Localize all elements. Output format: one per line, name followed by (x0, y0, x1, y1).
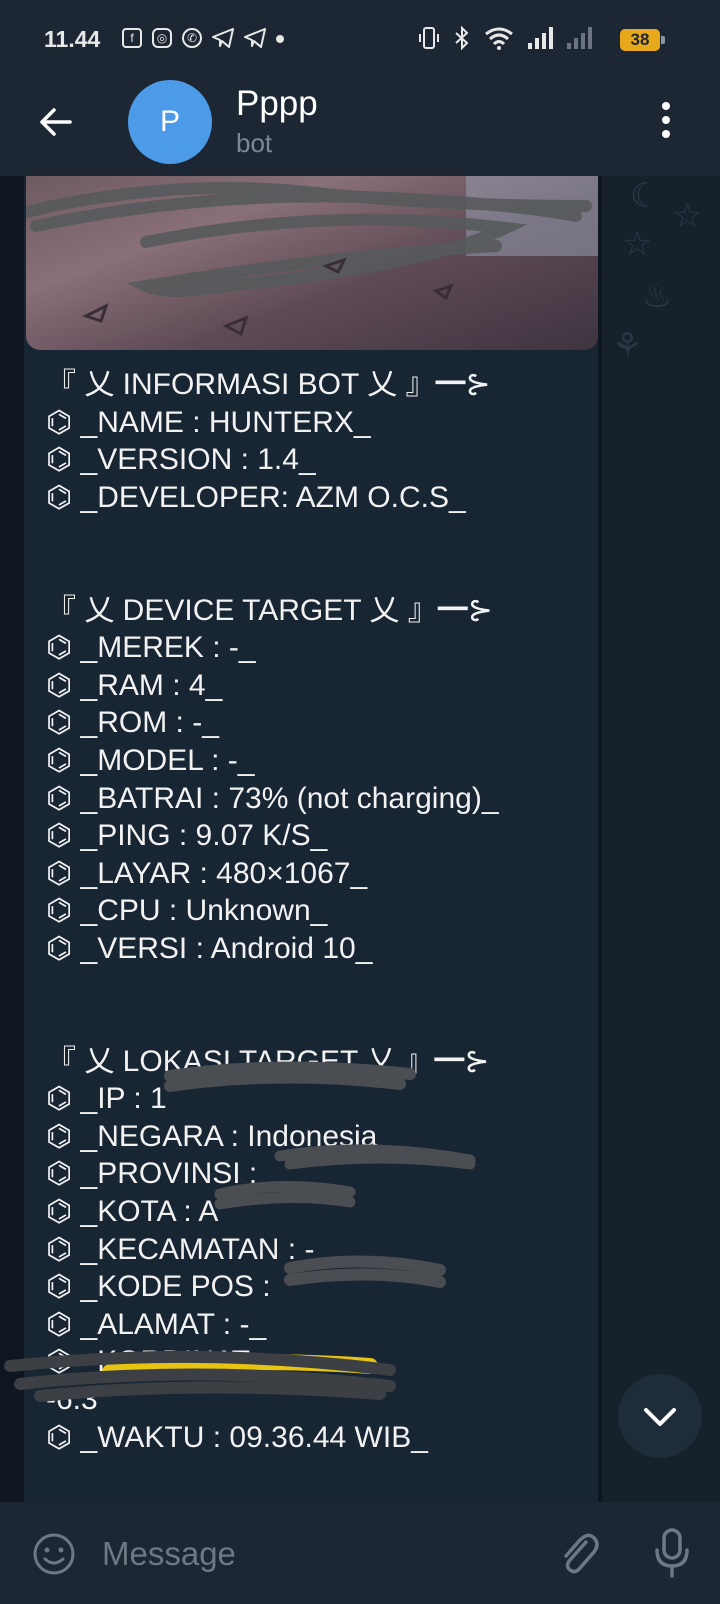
message-line (46, 1005, 606, 1043)
dot-icon (276, 35, 284, 43)
message-line: ⌬ _BATRAI : 73% (not charging)_ (46, 781, 499, 815)
message-line: ⌬ _CPU : Unknown_ (46, 894, 328, 928)
system-icons (418, 26, 592, 50)
vibrate-icon (419, 27, 439, 49)
chat-subtitle: bot (236, 128, 273, 158)
message-line: ⌬ _NAME : HUNTERX_ (46, 405, 371, 439)
battery-indicator: 38 (620, 29, 665, 51)
microphone-icon[interactable] (652, 1528, 692, 1578)
chat-header: P Pppp bot (0, 80, 720, 176)
paperclip-icon[interactable] (556, 1528, 600, 1576)
redaction-scribble (4, 1350, 396, 1402)
message-line: ⌬ _WAKTU : 09.36.44 WIB_ (46, 1420, 428, 1454)
chat-area[interactable]: ☾ ☆ ☆ ♨ ⚘ 『 乂 INFORMASI BOT 乂 』━⊱ ⌬ _NAME… (0, 176, 720, 1502)
message-line (46, 554, 606, 592)
status-bar: 11.44 f ◎ ✆ 38 (0, 0, 720, 80)
signal-icon (567, 27, 592, 49)
message-line: ⌬ _PING : 9.07 K/S_ (46, 819, 328, 853)
chat-background-pattern: ☾ ☆ ☆ ♨ ⚘ (602, 176, 720, 1502)
message-line: ⌬ _MEREK : -_ (46, 631, 256, 665)
message-line: ⌬ _MODEL : -_ (46, 743, 255, 777)
wifi-icon (485, 27, 513, 50)
message-line (46, 1456, 606, 1494)
back-arrow-icon[interactable] (36, 102, 76, 142)
message-line: ⌬ _ROM : -_ (46, 706, 219, 740)
message-line: ⌬ _VERSI : Android 10_ (46, 931, 373, 965)
message-line (46, 516, 606, 554)
telegram-icon (212, 28, 234, 48)
scroll-down-button[interactable] (618, 1374, 702, 1458)
redaction-scribble (284, 1255, 446, 1288)
instagram-icon: ◎ (152, 28, 172, 48)
telegram-icon (244, 28, 266, 48)
message-text: 『 乂 INFORMASI BOT 乂 』━⊱ ⌬ _NAME : HUNTERX… (46, 366, 606, 1494)
chevron-down-icon (644, 1408, 676, 1426)
message-line: ⌬ _DEVELOPER: AZM O.C.S_ (46, 480, 466, 514)
message-line (46, 968, 606, 1006)
message-line: ⌬ _RAM : 4_ (46, 668, 223, 702)
message-line: ⌬ _LAYAR : 480×1067_ (46, 856, 368, 890)
redaction-scribble (26, 176, 598, 337)
message-input-bar (0, 1502, 720, 1604)
redaction-scribble (214, 1181, 356, 1210)
avatar[interactable]: P (128, 80, 212, 164)
message-line: ⌬ _ALAMAT : -_ (46, 1307, 267, 1341)
more-options-icon[interactable] (662, 102, 672, 138)
message-line: 『 乂 DEVICE TARGET 乂 』━⊱ (46, 593, 493, 627)
notification-icons: f ◎ ✆ (122, 28, 284, 48)
facebook-icon: f (122, 28, 142, 48)
message-photo[interactable] (26, 176, 598, 350)
message-line: 『 乂 INFORMASI BOT 乂 』━⊱ (46, 368, 491, 401)
message-input[interactable] (100, 1528, 524, 1580)
bluetooth-icon (455, 26, 469, 50)
signal-icon (528, 27, 553, 49)
emoji-icon[interactable] (32, 1532, 76, 1576)
chat-title[interactable]: Pppp (236, 84, 318, 124)
whatsapp-icon: ✆ (182, 28, 202, 48)
status-time: 11.44 (44, 26, 101, 52)
message-line: ⌬ _VERSION : 1.4_ (46, 443, 316, 477)
redaction-scribble (164, 1061, 416, 1092)
redaction-scribble (274, 1144, 476, 1170)
